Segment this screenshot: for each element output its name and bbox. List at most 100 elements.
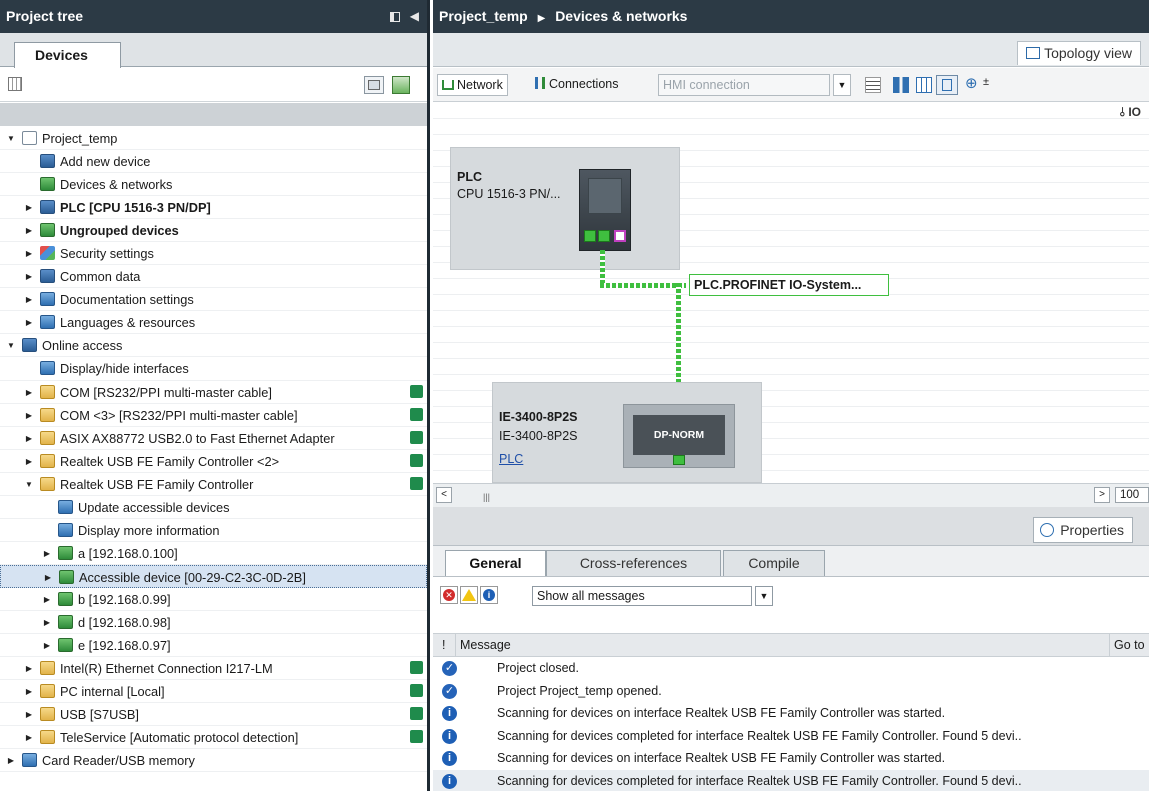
warning-filter-icon[interactable]	[460, 586, 478, 604]
hmi-connection-select[interactable]: HMI connection	[658, 74, 830, 96]
scroll-thumb[interactable]: |||	[483, 492, 490, 502]
tree-item[interactable]: ▶ a [192.168.0.100]	[0, 542, 427, 565]
zoom-icon[interactable]: ⊕	[965, 74, 978, 92]
tab-cross-references[interactable]: Cross-references	[546, 550, 721, 576]
network-button[interactable]: Network	[437, 74, 508, 96]
message-filter-select[interactable]: Show all messages	[532, 586, 752, 606]
grid-icon[interactable]	[8, 77, 22, 91]
switch-device[interactable]: IE-3400-8P2S IE-3400-8P2S PLC DP-NORM	[492, 382, 762, 483]
connections-button[interactable]: Connections	[531, 74, 623, 96]
tree-item[interactable]: ▶ Realtek USB FE Family Controller <2>	[0, 450, 427, 473]
export-icon[interactable]	[392, 76, 410, 94]
tree-item[interactable]: ▶ b [192.168.0.99]	[0, 588, 427, 611]
tree-item[interactable]: ▶ PC internal [Local]	[0, 680, 427, 704]
expand-right-icon[interactable]: ▶	[24, 381, 34, 404]
connect-icon[interactable]	[893, 77, 909, 93]
tree-item[interactable]: ▶ Accessible device [00-29-C2-3C-0D-2B]	[0, 564, 427, 589]
message-filter-dropdown[interactable]: ▼	[755, 586, 773, 606]
tree-item[interactable]: ▶ Documentation settings	[0, 288, 427, 312]
header-message[interactable]: Message	[455, 634, 511, 656]
hmi-dropdown-button[interactable]: ▼	[833, 74, 851, 96]
plc-port-1[interactable]	[584, 230, 596, 242]
breadcrumb-project[interactable]: Project_temp	[439, 8, 528, 24]
tab-general[interactable]: General	[445, 550, 546, 576]
address-icon[interactable]	[865, 77, 881, 93]
header-goto[interactable]: Go to	[1109, 634, 1145, 656]
expand-right-icon[interactable]: ▶	[24, 219, 34, 242]
scroll-left-icon[interactable]: <	[436, 487, 452, 503]
tree-item[interactable]: ▶ e [192.168.0.97]	[0, 634, 427, 658]
devices-tab[interactable]: Devices	[14, 42, 121, 68]
tree-item[interactable]: Add new device	[0, 150, 427, 174]
plc-port-3[interactable]	[614, 230, 626, 242]
expand-right-icon[interactable]: ▶	[42, 588, 52, 611]
expand-right-icon[interactable]: ▶	[24, 242, 34, 265]
tab-compile[interactable]: Compile	[723, 550, 825, 576]
layout-icon[interactable]	[936, 75, 958, 95]
expand-right-icon[interactable]: ▶	[24, 450, 34, 473]
plc-device[interactable]: PLC CPU 1516-3 PN/...	[450, 147, 680, 270]
scroll-right-icon[interactable]: >	[1094, 487, 1110, 503]
expand-right-icon[interactable]: ▶	[24, 404, 34, 427]
tree-item[interactable]: Update accessible devices	[0, 496, 427, 519]
properties-button[interactable]: Properties	[1033, 517, 1133, 543]
expand-right-icon[interactable]: ▶	[42, 611, 52, 634]
zoom-level[interactable]: 100	[1115, 487, 1149, 503]
breadcrumb-devices-networks[interactable]: Devices & networks	[555, 8, 687, 24]
expand-right-icon[interactable]: ▶	[24, 657, 34, 680]
tree-item[interactable]: ▼ Project_temp	[0, 127, 427, 151]
expand-right-icon[interactable]: ▶	[42, 542, 52, 565]
message-row[interactable]: i Scanning for devices completed for inte…	[433, 769, 1149, 791]
message-row[interactable]: i Scanning for devices on interface Realt…	[433, 702, 1149, 725]
tree-item[interactable]: ▶ TeleService [Automatic protocol detecti…	[0, 726, 427, 750]
expand-right-icon[interactable]: ▶	[24, 311, 34, 334]
expand-down-icon[interactable]: ▼	[6, 334, 16, 357]
message-row[interactable]: i Scanning for devices completed for inte…	[433, 725, 1149, 748]
expand-down-icon[interactable]: ▼	[24, 473, 34, 496]
tree-item[interactable]: ▼ Online access	[0, 334, 427, 358]
tree-item[interactable]: ▶ USB [S7USB]	[0, 703, 427, 727]
tree-item[interactable]: ▶ Common data	[0, 265, 427, 289]
expand-right-icon[interactable]: ▶	[6, 749, 16, 772]
plc-port-2[interactable]	[598, 230, 610, 242]
tree-item[interactable]: ▼ Realtek USB FE Family Controller	[0, 473, 427, 496]
tree-item[interactable]: ▶ PLC [CPU 1516-3 PN/DP]	[0, 196, 427, 220]
tree-item[interactable]: ▶ Security settings	[0, 242, 427, 266]
expand-right-icon[interactable]: ▶	[24, 726, 34, 749]
expand-right-icon[interactable]: ▶	[24, 427, 34, 450]
tree-item[interactable]: Display/hide interfaces	[0, 357, 427, 381]
expand-right-icon[interactable]: ▶	[24, 265, 34, 288]
panel-icon[interactable]	[389, 11, 400, 22]
expand-right-icon[interactable]: ▶	[24, 196, 34, 219]
overview-icon[interactable]	[364, 76, 384, 94]
tree-item[interactable]: ▶ COM <3> [RS232/PPI multi-master cable]	[0, 404, 427, 427]
message-row[interactable]: ✓ Project Project_temp opened.	[433, 680, 1149, 703]
message-row[interactable]: ✓ Project closed.	[433, 657, 1149, 680]
expand-right-icon[interactable]: ▶	[24, 680, 34, 703]
header-severity[interactable]: !	[442, 634, 445, 656]
tree-item[interactable]: ▶ Intel(R) Ethernet Connection I217-LM	[0, 657, 427, 681]
plc-cpu-module[interactable]	[579, 169, 631, 251]
expand-right-icon[interactable]: ▶	[43, 566, 53, 589]
tree-item[interactable]: ▶ Card Reader/USB memory	[0, 749, 427, 773]
expand-down-icon[interactable]: ▼	[6, 127, 16, 150]
tree-item[interactable]: ▶ ASIX AX88772 USB2.0 to Fast Ethernet Ad…	[0, 427, 427, 450]
io-panel-toggle[interactable]: ⫰ IO	[1120, 105, 1141, 120]
expand-right-icon[interactable]: ▶	[42, 634, 52, 657]
switch-plc-link[interactable]: PLC	[499, 452, 523, 466]
grid-view-icon[interactable]	[916, 77, 932, 93]
topology-view-tab[interactable]: Topology view	[1017, 41, 1141, 65]
collapse-left-icon[interactable]: ◀	[410, 0, 419, 33]
tree-item[interactable]: ▶ Ungrouped devices	[0, 219, 427, 243]
tree-item[interactable]: Devices & networks	[0, 173, 427, 197]
dp-norm-module[interactable]: DP-NORM	[633, 415, 725, 455]
tree-item[interactable]: ▶ COM [RS232/PPI multi-master cable]	[0, 381, 427, 404]
message-row[interactable]: i Scanning for devices on interface Realt…	[433, 747, 1149, 770]
switch-port[interactable]	[673, 455, 685, 465]
zoom-dropdown-icon[interactable]: ±	[983, 76, 989, 88]
tree-item[interactable]: Display more information	[0, 519, 427, 542]
canvas-horizontal-scrollbar[interactable]: < ||| > 100	[433, 483, 1149, 507]
expand-right-icon[interactable]: ▶	[24, 703, 34, 726]
tree-item[interactable]: ▶ Languages & resources	[0, 311, 427, 335]
info-filter-icon[interactable]: i	[480, 586, 498, 604]
